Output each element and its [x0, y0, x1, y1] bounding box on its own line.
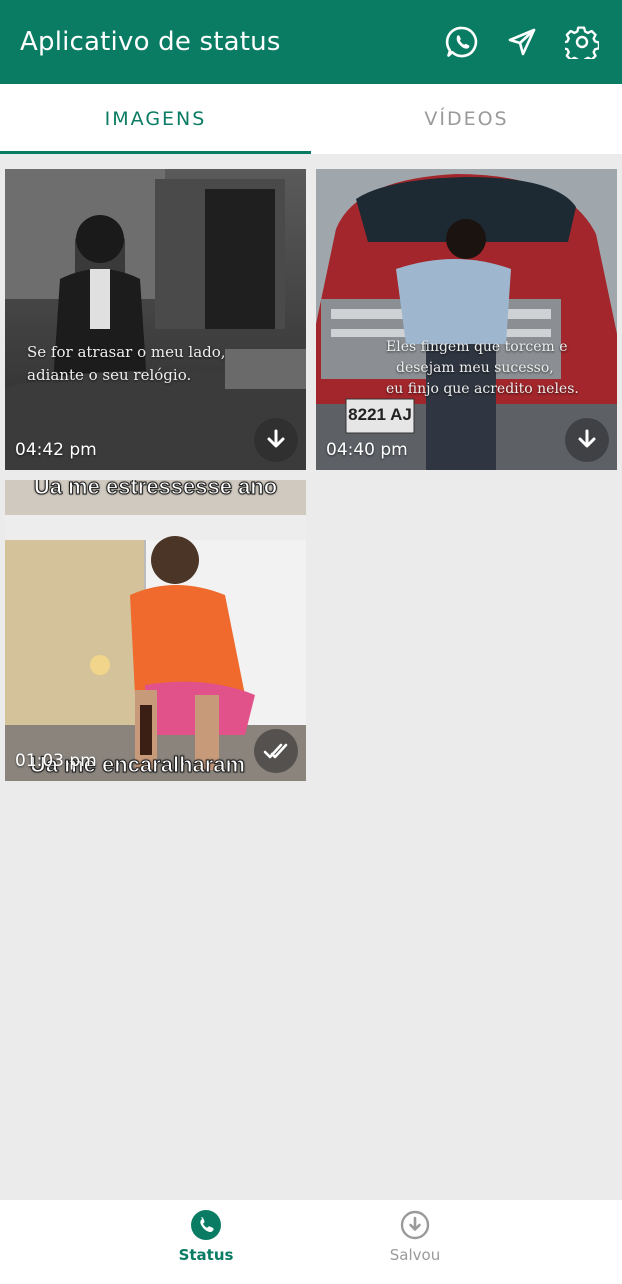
settings-button[interactable] — [552, 12, 612, 72]
download-icon — [578, 429, 596, 448]
double-check-icon — [263, 743, 288, 759]
tab-imagens[interactable]: IMAGENS — [0, 84, 311, 154]
nav-item-salvou[interactable]: Salvou — [355, 1200, 475, 1284]
bottom-navigation: Status Salvou — [0, 1200, 622, 1284]
download-icon — [267, 429, 285, 448]
caption-line: adiante o seu relógio. — [27, 366, 192, 384]
caption-line: Eles fingem que torcem e — [386, 339, 568, 355]
gear-icon — [565, 26, 599, 59]
whatsapp-button[interactable] — [432, 12, 492, 72]
download-button[interactable] — [565, 418, 609, 462]
app-bar-actions — [432, 0, 612, 84]
app-bar: Aplicativo de status — [0, 0, 622, 84]
send-icon — [508, 28, 536, 56]
nav-icon — [191, 1210, 221, 1240]
tab-label: VÍDEOS — [424, 108, 509, 130]
status-tile[interactable]: Ua me estressesse ano Ua me encaralharam… — [5, 480, 306, 781]
tab-videos[interactable]: VÍDEOS — [311, 84, 622, 154]
license-plate: 8221 AJ — [348, 405, 412, 424]
status-tile[interactable]: Eles fingem que torcem e desejam meu suc… — [316, 169, 617, 470]
tab-label: IMAGENS — [104, 108, 207, 130]
download-button[interactable] — [254, 418, 298, 462]
caption-line: eu finjo que acredito neles. — [386, 381, 579, 397]
status-time: 04:42 pm — [15, 440, 97, 460]
tab-indicator — [0, 151, 311, 154]
nav-label: Salvou — [389, 1246, 441, 1264]
status-caption: Eles fingem que torcem e desejam meu suc… — [386, 337, 579, 400]
status-tile[interactable]: Se for atrasar o meu lado, adiante o seu… — [5, 169, 306, 470]
status-time: 01:03 pm — [15, 751, 97, 771]
download-circle-icon — [400, 1210, 430, 1240]
status-app: Aplicativo de status IMAGENS VÍDEOS Se f… — [0, 0, 622, 1284]
app-title: Aplicativo de status — [20, 27, 281, 57]
nav-icon — [400, 1210, 430, 1240]
tab-bar: IMAGENS VÍDEOS — [0, 84, 622, 154]
meme-top-text: Ua me estressesse ano — [33, 480, 278, 500]
nav-label: Status — [178, 1246, 234, 1264]
status-caption: Se for atrasar o meu lado, adiante o seu… — [27, 341, 226, 387]
caption-line: desejam meu sucesso, — [396, 360, 554, 376]
nav-item-status[interactable]: Status — [146, 1200, 266, 1284]
caption-line: Se for atrasar o meu lado, — [27, 343, 226, 361]
status-time: 04:40 pm — [326, 440, 408, 460]
send-button[interactable] — [492, 12, 552, 72]
whatsapp-icon — [445, 26, 478, 58]
phone-icon — [200, 1217, 214, 1233]
saved-indicator[interactable] — [254, 729, 298, 773]
